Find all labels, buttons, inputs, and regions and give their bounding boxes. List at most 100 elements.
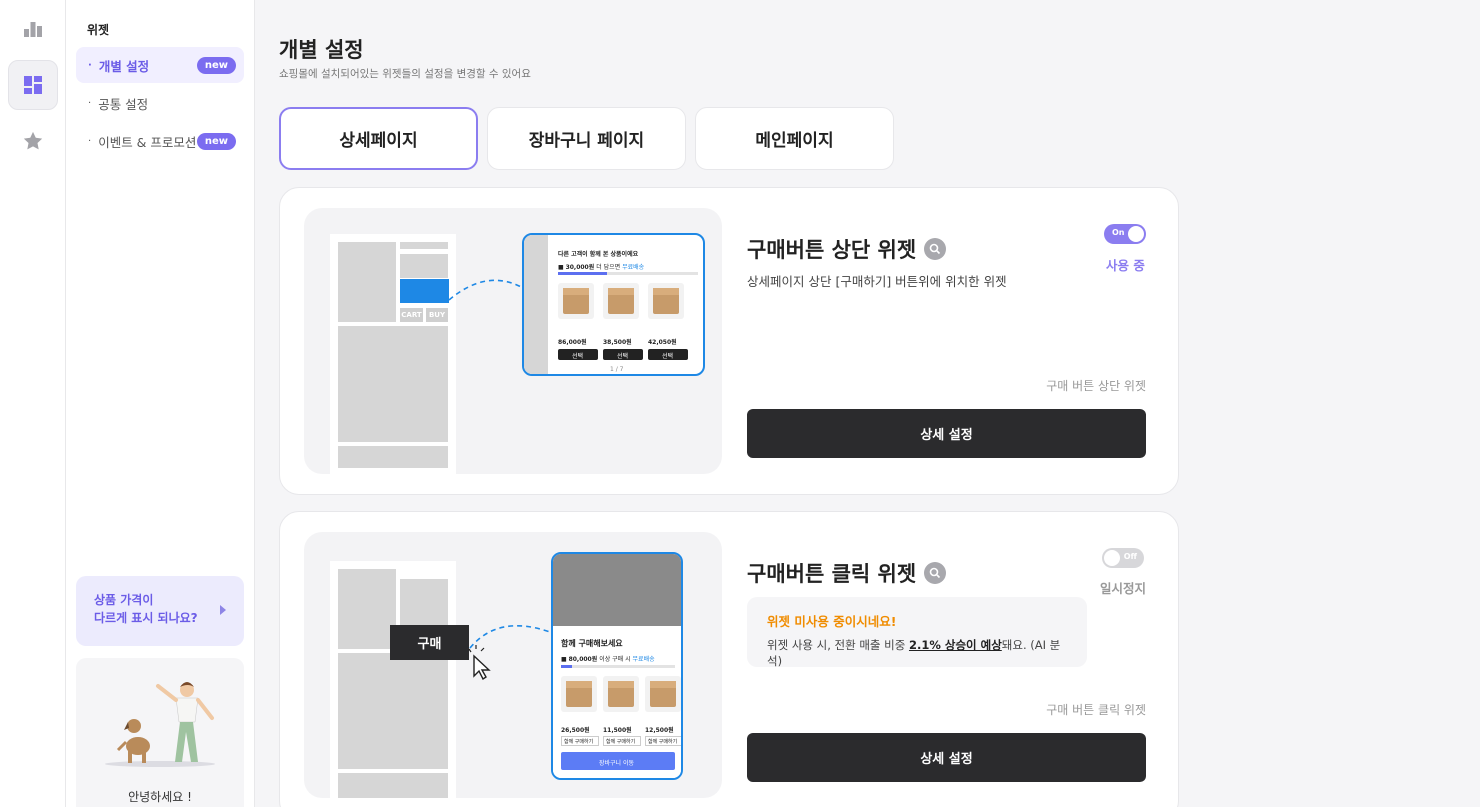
preview-search-icon[interactable] xyxy=(924,562,947,584)
mock-shipping-line: ■ 30,000원 더 담으면 무료배송 xyxy=(558,264,645,271)
toggle-knob xyxy=(1104,550,1120,566)
mock-add-button: 함께 구매하기 xyxy=(561,736,599,746)
usage-warning-box: 위젯 미사용 중이시네요! 위젯 사용 시, 전환 매출 비중 2.1% 상승이… xyxy=(747,597,1087,668)
tab-cart-page[interactable]: 장바구니 페이지 xyxy=(487,107,686,170)
widget-status: 사용 중 xyxy=(1106,258,1145,273)
mock-progress xyxy=(561,665,675,668)
favorites-nav-button[interactable] xyxy=(8,116,58,166)
widget-title-text: 구매버튼 상단 위젯 xyxy=(747,238,917,262)
mock-select-button: 선택 xyxy=(648,349,688,360)
price-help-line2: 다르게 표시 되나요? xyxy=(94,611,198,625)
product-page-mock: CART BUY xyxy=(330,234,456,474)
mock-block xyxy=(338,569,396,649)
widget-nav-button[interactable] xyxy=(8,60,58,110)
submenu-item-label: 이벤트 & 프로모션 xyxy=(98,134,197,150)
mock-block xyxy=(400,242,448,249)
mock-buy-button: BUY xyxy=(426,308,448,322)
widget-description: 상세페이지 상단 [구매하기] 버튼위에 위치한 위젯 xyxy=(747,274,1007,289)
person-with-dog-illustration xyxy=(105,682,215,767)
price-help-text: 상품 가격이 다르게 표시 되나요? xyxy=(94,591,214,627)
mock-overlay xyxy=(553,554,681,626)
submenu-item-label: 개별 설정 xyxy=(98,58,150,74)
product-image xyxy=(648,283,684,319)
greeting-text: 안녕하세요 ! xyxy=(128,790,192,804)
main-content: 개별 설정 쇼핑몰에 설치되어있는 위젯들의 설정을 변경할 수 있어요 상세페… xyxy=(255,0,1480,807)
mock-heading: 다른 고객이 함께 본 상품이에요 xyxy=(558,251,639,258)
widget-caption: 구매 버튼 클릭 위젯 xyxy=(1046,703,1146,717)
submenu-item-events-promotions[interactable]: · 이벤트 & 프로모션 new xyxy=(76,123,244,159)
analytics-nav-button[interactable] xyxy=(8,4,58,54)
chevron-right-icon xyxy=(220,605,226,615)
new-badge: new xyxy=(196,133,236,150)
mock-add-button: 함께 구매하기 xyxy=(645,736,681,746)
widget-position-highlight xyxy=(400,279,449,303)
tab-detail-page[interactable]: 상세페이지 xyxy=(279,107,478,170)
mock-block xyxy=(400,254,448,278)
new-badge: new xyxy=(196,57,236,74)
mock-block xyxy=(338,242,396,322)
widget-card-top: CART BUY 다른 고객이 함께 본 상품이에요 ■ 30,000원 더 담… xyxy=(279,187,1179,495)
product-image xyxy=(558,283,594,319)
mock-shipping-line: ■ 80,000원 이상 구매 시 무료배송 xyxy=(561,656,655,663)
mock-select-button: 선택 xyxy=(558,349,598,360)
widget-caption: 구매 버튼 상단 위젯 xyxy=(1046,379,1146,393)
widget-submenu: 위젯 · 개별 설정 new · 공통 설정 · 이벤트 & 프로모션 new … xyxy=(66,0,255,807)
mock-block xyxy=(338,326,448,442)
widget-preview-click: 구매 함께 구매해보세요 ■ 80,000원 이상 구매 시 무료배송 26,5… xyxy=(304,532,722,798)
submenu-item-individual-settings[interactable]: · 개별 설정 new xyxy=(76,47,244,83)
dashed-connector xyxy=(469,625,551,649)
product-image xyxy=(603,676,639,712)
mock-price: 11,500원 xyxy=(603,727,632,734)
mock-block xyxy=(338,446,448,468)
widget-popup-mock: 다른 고객이 함께 본 상품이에요 ■ 30,000원 더 담으면 무료배송 8… xyxy=(522,233,705,376)
submenu-item-label: 공통 설정 xyxy=(98,96,149,112)
mock-block xyxy=(524,235,548,374)
mock-cta-button: 장바구니 이동 xyxy=(561,752,675,770)
star-icon xyxy=(23,131,43,150)
page-subtitle: 쇼핑몰에 설치되어있는 위젯들의 설정을 변경할 수 있어요 xyxy=(279,68,531,80)
widget-toggle[interactable]: Off xyxy=(1102,548,1144,568)
detail-settings-button[interactable]: 상세 설정 xyxy=(747,733,1146,782)
widget-card-click: 구매 함께 구매해보세요 ■ 80,000원 이상 구매 시 무료배송 26,5… xyxy=(279,511,1179,807)
widget-toggle[interactable]: On xyxy=(1104,224,1146,244)
product-page-mock xyxy=(330,561,456,798)
mock-cart-button: CART xyxy=(400,308,423,322)
product-image xyxy=(645,676,681,712)
mock-price: 26,500원 xyxy=(561,727,590,734)
warning-title: 위젯 미사용 중이시네요! xyxy=(767,614,897,629)
icon-rail xyxy=(0,0,66,807)
preview-search-icon[interactable] xyxy=(924,238,947,260)
product-image xyxy=(561,676,597,712)
submenu-item-common-settings[interactable]: · 공통 설정 xyxy=(76,85,244,121)
mock-buy-button: 구매 xyxy=(390,625,469,660)
greeting-card: 안녕하세요 ! xyxy=(76,658,244,807)
mock-block xyxy=(338,773,448,798)
mock-select-button: 선택 xyxy=(603,349,643,360)
toggle-label: Off xyxy=(1123,552,1137,561)
bar-chart-icon xyxy=(24,22,42,37)
widget-preview-top: CART BUY 다른 고객이 함께 본 상품이에요 ■ 30,000원 더 담… xyxy=(304,208,722,474)
toggle-label: On xyxy=(1112,228,1125,237)
detail-settings-button[interactable]: 상세 설정 xyxy=(747,409,1146,458)
product-image xyxy=(603,283,639,319)
mock-heading: 함께 구매해보세요 xyxy=(561,639,623,648)
mock-add-button: 함께 구매하기 xyxy=(603,736,641,746)
mock-price: 86,000원 xyxy=(558,339,587,346)
warning-text: 위젯 사용 시, 전환 매출 비중 2.1% 상승이 예상돼요. (AI 분석) xyxy=(767,638,1061,668)
widget-title: 구매버튼 상단 위젯 xyxy=(747,234,947,264)
toggle-knob xyxy=(1128,226,1144,242)
widget-popup-mock: 함께 구매해보세요 ■ 80,000원 이상 구매 시 무료배송 26,500원… xyxy=(551,552,683,780)
mock-sheet: 함께 구매해보세요 ■ 80,000원 이상 구매 시 무료배송 26,500원… xyxy=(553,626,681,778)
tab-main-page[interactable]: 메인페이지 xyxy=(695,107,894,170)
widget-status: 일시정지 xyxy=(1100,581,1147,596)
widget-grid-icon xyxy=(24,76,42,94)
page-title: 개별 설정 xyxy=(279,38,364,62)
dashed-connector xyxy=(448,279,524,301)
mock-price: 12,500원 xyxy=(645,727,674,734)
mock-block xyxy=(338,653,448,769)
mock-pager: 1 / 7 xyxy=(610,366,624,373)
bullet: · xyxy=(88,97,92,109)
mock-price: 38,500원 xyxy=(603,339,632,346)
widget-title-text: 구매버튼 클릭 위젯 xyxy=(747,562,917,586)
price-help-banner[interactable]: 상품 가격이 다르게 표시 되나요? xyxy=(76,576,244,646)
